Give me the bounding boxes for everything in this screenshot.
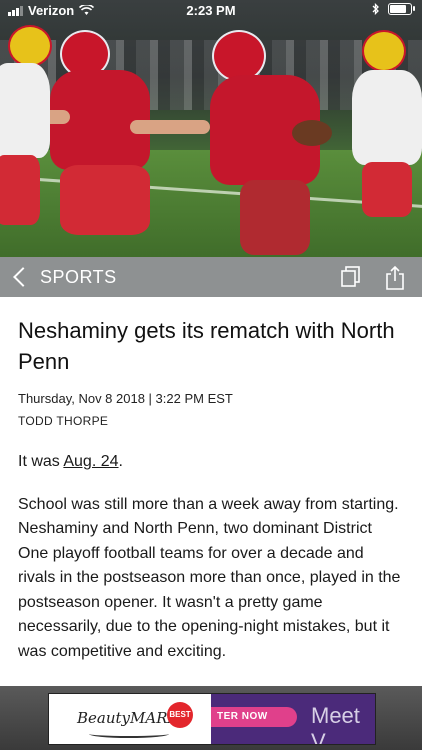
player-helmet [362,30,406,72]
player-pants [362,162,412,217]
player-pants [240,180,310,255]
article-byline: TODD THORPE [18,414,109,428]
player-ball-carrier [130,30,340,255]
player-pants [60,165,150,235]
paragraph-text: . [118,453,123,470]
hero-photo [0,0,422,257]
article-body: Neshaminy gets its rematch with North Pe… [18,297,404,682]
ad-promo-panel: TER NOW Meet V [211,694,375,744]
paragraph-text: It was [18,453,64,470]
clock: 2:23 PM [186,3,236,18]
player-jersey [352,70,422,165]
player-jersey [0,63,50,158]
ad-tagline: Meet V [311,703,360,745]
ad-badge: BEST [167,702,193,728]
ad-brand-logo: BeautyMARX [77,709,179,727]
player-defender-left [0,25,60,255]
player-defender-right [352,30,422,230]
player-arm [130,120,210,134]
back-button[interactable]: SPORTS [12,267,117,288]
bluetooth-icon [372,3,379,15]
ad-cta[interactable]: TER NOW [211,707,297,727]
battery-icon [388,3,415,15]
toolbar-actions [340,265,406,290]
back-chevron-icon [13,267,33,287]
player-helmet [8,25,52,67]
share-icon[interactable] [384,265,406,290]
ad-brand-panel: BeautyMARX BEST [49,694,211,744]
article-paragraph-1: It was Aug. 24. [18,450,404,475]
article-dateline: Thursday, Nov 8 2018 | 3:22 PM EST [18,391,233,406]
article-headline: Neshaminy gets its rematch with North Pe… [18,318,395,374]
status-bar: Verizon 2:23 PM [0,0,422,22]
section-toolbar: SPORTS [0,257,422,297]
copy-icon[interactable] [340,265,362,289]
status-right [372,3,415,15]
section-title: SPORTS [40,266,117,287]
banner-ad[interactable]: BeautyMARX BEST TER NOW Meet V [48,693,376,745]
football [292,120,332,146]
article-paragraph-2: School was still more than a week away f… [18,495,401,660]
player-pants [0,155,40,225]
ad-bar: BeautyMARX BEST TER NOW Meet V [0,686,422,750]
ad-swoosh-decoration [89,730,169,738]
date-link[interactable]: Aug. 24 [63,453,118,470]
